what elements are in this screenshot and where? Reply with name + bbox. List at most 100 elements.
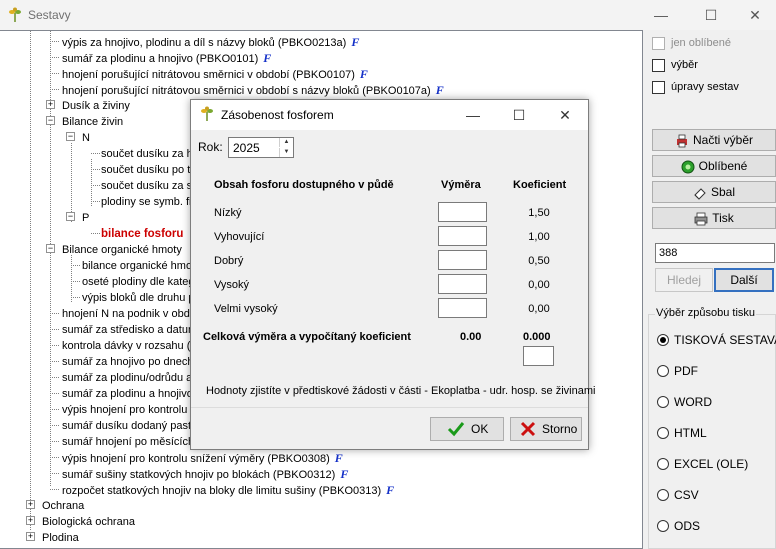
- tree-item[interactable]: výpis bloků dle druhu p: [82, 290, 195, 306]
- tree-item[interactable]: kontrola dávky v rozsahu (: [62, 338, 190, 354]
- tree-item[interactable]: hnojení porušující nitrátovou směrnici v…: [62, 66, 368, 82]
- expand-toggle-icon[interactable]: +: [26, 532, 35, 541]
- expand-toggle-icon[interactable]: +: [46, 100, 55, 109]
- year-value: 2025: [233, 141, 260, 155]
- tree-item[interactable]: sumář za plodinu a hnojivo: [62, 386, 193, 402]
- collapse-toggle-icon[interactable]: −: [66, 212, 75, 221]
- cancel-x-icon: [520, 421, 536, 437]
- favorites-button[interactable]: Oblíbené: [652, 155, 776, 177]
- tree-folder-ochrana[interactable]: Ochrana: [42, 498, 84, 514]
- spin-down-icon[interactable]: ▼: [279, 148, 293, 157]
- favorites-green-icon: [681, 160, 695, 174]
- year-label: Rok:: [198, 140, 223, 154]
- collapse-toggle-icon[interactable]: −: [46, 244, 55, 253]
- area-input-vyhovujici[interactable]: [438, 226, 487, 246]
- printer-icon: [694, 212, 708, 226]
- tree-item[interactable]: sumář za plodinu/odrůdu a: [62, 370, 192, 386]
- total-coef-value: 0.000: [523, 331, 551, 343]
- find-next-button[interactable]: Další: [714, 268, 774, 292]
- tree-item[interactable]: sumář hnojení po měsících: [62, 434, 194, 450]
- close-window-button[interactable]: ✕: [732, 0, 776, 30]
- row-label-dobry: Dobrý: [214, 255, 244, 267]
- favorite-f-icon[interactable]: F: [263, 51, 271, 65]
- expand-toggle-icon[interactable]: +: [26, 516, 35, 525]
- find-button[interactable]: Hledej: [655, 268, 713, 292]
- column-header-coef: Koeficient: [513, 179, 567, 191]
- hint-text: Hodnoty zjistíte v předtiskové žádosti v…: [206, 385, 596, 397]
- coef-nizky: 1,50: [528, 207, 550, 219]
- app-plant-icon: [201, 106, 213, 121]
- dialog-minimize-button[interactable]: —: [450, 100, 496, 130]
- coef-vyhovujici: 1,00: [528, 231, 550, 243]
- total-label: Celková výměra a vypočítaný koeficient: [203, 331, 411, 343]
- tree-folder-n[interactable]: N: [82, 130, 90, 146]
- tree-item[interactable]: hnojení porušující nitrátovou směrnici v…: [62, 82, 444, 98]
- tree-item[interactable]: sumář za středisko a datun: [62, 322, 194, 338]
- collapse-toggle-icon[interactable]: −: [66, 132, 75, 141]
- favorite-f-icon[interactable]: F: [351, 35, 359, 49]
- tree-folder-bilance-zivin[interactable]: Bilance živin: [62, 114, 123, 130]
- tree-item[interactable]: sumář za hnojivo po dnech: [62, 354, 193, 370]
- coef-dobry: 0,50: [528, 255, 550, 267]
- coef-velmi-vysoky: 0,00: [528, 303, 550, 315]
- coef-vysoky: 0,00: [528, 279, 550, 291]
- tree-item[interactable]: rozpočet statkových hnojiv na bloky dle …: [62, 482, 394, 498]
- tree-folder-dusik[interactable]: Dusík a živiny: [62, 98, 130, 114]
- column-header-area: Výměra: [441, 179, 481, 191]
- row-label-vyhovujici: Vyhovující: [214, 231, 265, 243]
- tree-item[interactable]: hnojení N na podnik v obd: [62, 306, 190, 322]
- tree-item[interactable]: výpis za hnojivo, plodinu a díl s názvy …: [62, 34, 359, 50]
- spin-up-icon[interactable]: ▲: [279, 138, 293, 147]
- tree-folder-plodina[interactable]: Plodina: [42, 530, 79, 546]
- favorite-f-icon[interactable]: F: [386, 483, 394, 497]
- load-selection-button[interactable]: Načti výběr: [652, 129, 776, 151]
- tree-folder-biologicka-ochrana[interactable]: Biologická ochrana: [42, 514, 135, 530]
- column-header-content: Obsah fosforu dostupného v půdě: [214, 179, 394, 191]
- cancel-button[interactable]: Storno: [510, 417, 582, 441]
- maximize-button[interactable]: ☐: [688, 0, 734, 30]
- tree-item[interactable]: sumář sušiny statkových hnojiv po blokác…: [62, 466, 348, 482]
- tree-item[interactable]: výpis hnojení pro kontrolu c: [62, 402, 196, 418]
- tree-item[interactable]: součet dusíku po t: [101, 162, 190, 178]
- tree-item[interactable]: výpis hnojení pro kontrolu snížení výměr…: [62, 450, 343, 466]
- minimize-button[interactable]: —: [638, 0, 684, 30]
- window-titlebar: Sestavy — ☐ ✕: [0, 0, 776, 30]
- favorite-f-icon[interactable]: F: [335, 451, 343, 465]
- window-title: Sestavy: [28, 8, 71, 22]
- tree-folder-p[interactable]: P: [82, 210, 89, 226]
- coef-result-input[interactable]: [523, 346, 554, 366]
- area-input-dobry[interactable]: [438, 250, 487, 270]
- tree-item[interactable]: bilance organické hmo: [82, 258, 192, 274]
- tree-item[interactable]: součet dusíku za h: [101, 146, 193, 162]
- printer-red-icon: [676, 134, 687, 148]
- tree-item[interactable]: sumář za plodinu a hnojivo (PBKO0101) F: [62, 50, 271, 66]
- favorite-f-icon[interactable]: F: [436, 83, 444, 97]
- dialog-maximize-button[interactable]: ☐: [496, 100, 542, 130]
- collapse-button[interactable]: Sbal: [652, 181, 776, 203]
- dialog-titlebar: Zásobenost fosforem — ☐ ✕: [191, 100, 588, 130]
- expand-toggle-icon[interactable]: +: [26, 500, 35, 509]
- checkmark-icon: [447, 422, 465, 437]
- collapse-eraser-icon: [694, 188, 706, 200]
- area-input-vysoky[interactable]: [438, 274, 487, 294]
- print-mode-legend: Výběr způsobu tisku: [655, 307, 757, 319]
- total-area-value: 0.00: [460, 331, 482, 343]
- print-button[interactable]: Tisk: [652, 207, 776, 229]
- area-input-nizky[interactable]: [438, 202, 487, 222]
- dialog-title: Zásobenost fosforem: [221, 108, 334, 122]
- tree-item[interactable]: plodiny se symb. fix: [101, 194, 197, 210]
- favorite-f-icon[interactable]: F: [360, 67, 368, 81]
- collapse-toggle-icon[interactable]: −: [46, 116, 55, 125]
- tree-item[interactable]: součet dusíku za s: [101, 178, 192, 194]
- area-input-velmi-vysoky[interactable]: [438, 298, 487, 318]
- search-input[interactable]: 388: [655, 243, 775, 263]
- year-spinner[interactable]: 2025 ▲ ▼: [228, 137, 294, 158]
- favorite-f-icon[interactable]: F: [340, 467, 348, 481]
- tree-item[interactable]: oseté plodiny dle kateg: [82, 274, 195, 290]
- tree-folder-organicke-hmoty[interactable]: Bilance organické hmoty: [62, 242, 182, 258]
- ok-button[interactable]: OK: [430, 417, 504, 441]
- dialog-close-button[interactable]: ✕: [542, 100, 588, 130]
- tree-item-selected[interactable]: bilance fosforu: [101, 226, 183, 242]
- row-label-vysoky: Vysoký: [214, 279, 250, 291]
- tree-item[interactable]: sumář dusíku dodaný pasty: [62, 418, 197, 434]
